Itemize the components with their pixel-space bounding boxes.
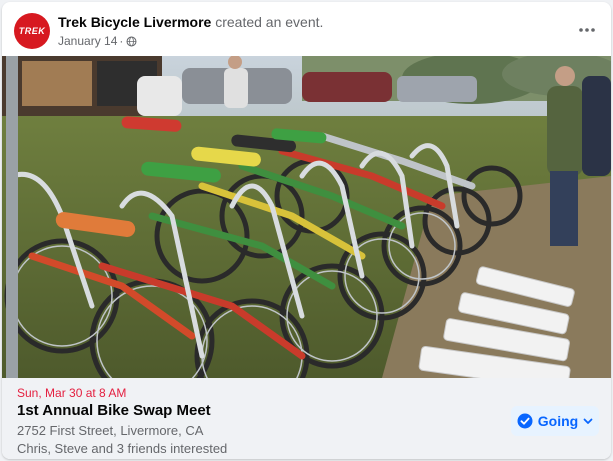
post-date-link[interactable]: January 14 [58, 34, 117, 48]
globe-icon [126, 36, 137, 46]
more-dots-icon [579, 28, 595, 32]
post-title-line: Trek Bicycle Livermore created an event. [58, 14, 323, 30]
page-name-link[interactable]: Trek Bicycle Livermore [58, 14, 211, 30]
post-meta: January 14 · [58, 34, 137, 48]
event-date-time: Sun, Mar 30 at 8 AM [17, 386, 127, 400]
post-action-text: created an event. [215, 14, 324, 30]
post-header: TREK Trek Bicycle Livermore created an e… [2, 2, 611, 56]
check-circle-icon [517, 413, 533, 429]
going-label: Going [537, 413, 579, 429]
page-avatar[interactable]: TREK [14, 13, 50, 49]
chevron-down-icon [583, 418, 593, 424]
meta-separator: · [119, 34, 124, 48]
event-cover-photo[interactable] [2, 56, 611, 378]
more-options-button[interactable] [571, 14, 603, 46]
event-details: Sun, Mar 30 at 8 AM 1st Annual Bike Swap… [2, 378, 611, 459]
going-rsvp-button[interactable]: Going [511, 406, 599, 436]
event-interest-text: Chris, Steve and 3 friends interested [17, 441, 228, 456]
event-title-link[interactable]: 1st Annual Bike Swap Meet [17, 402, 211, 419]
trek-logo: TREK [18, 26, 46, 36]
event-address: 2752 First Street, Livermore, CA [17, 423, 204, 438]
bike-swap-photo [2, 56, 611, 378]
event-post-card: TREK Trek Bicycle Livermore created an e… [2, 2, 611, 459]
